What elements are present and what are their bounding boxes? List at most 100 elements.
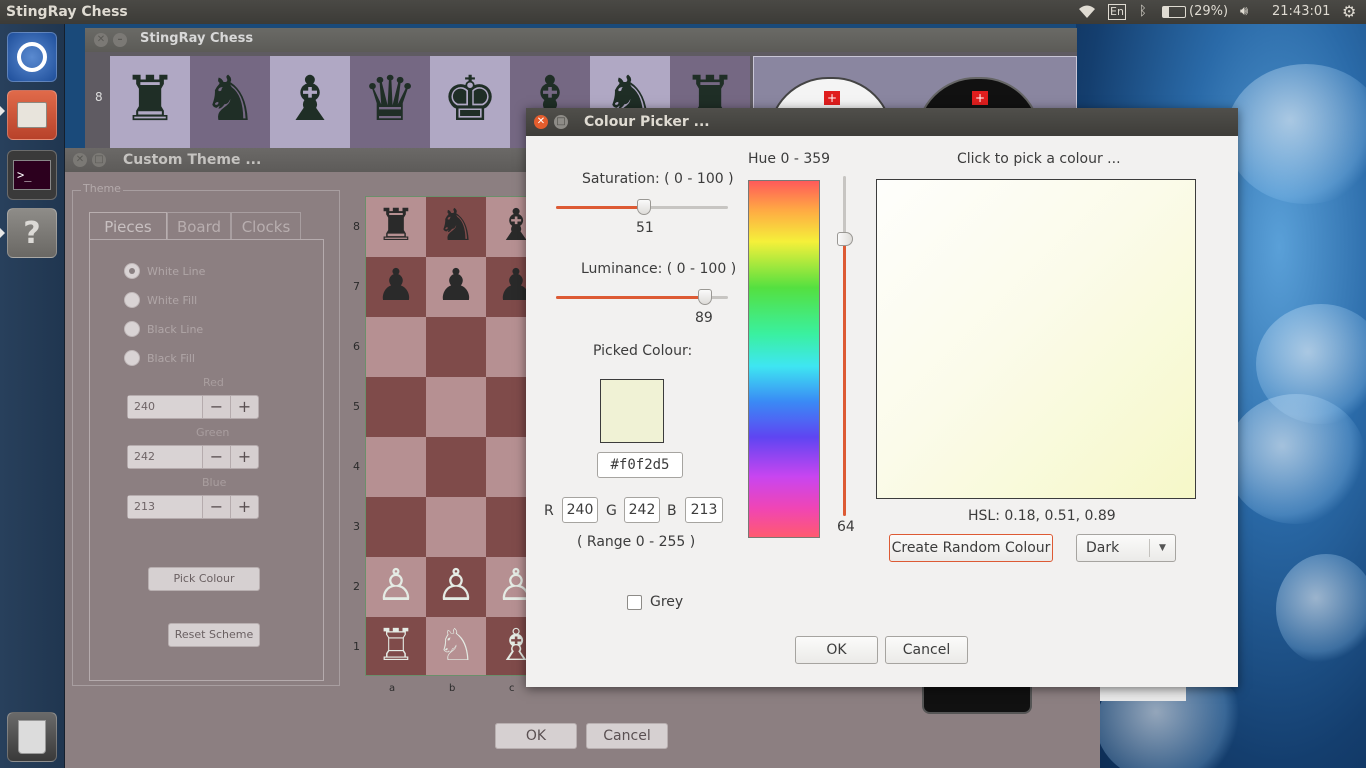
close-icon[interactable]: ✕ bbox=[73, 153, 87, 167]
board-square[interactable]: ♙ bbox=[486, 557, 529, 617]
tab-board[interactable]: Board bbox=[167, 212, 231, 240]
radio-black-line[interactable] bbox=[124, 321, 140, 337]
minus-icon[interactable]: − bbox=[202, 446, 230, 468]
luminance-slider-handle[interactable] bbox=[698, 289, 712, 305]
minimize-icon[interactable]: – bbox=[113, 33, 127, 47]
board-square[interactable] bbox=[426, 377, 486, 437]
theme-window-titlebar[interactable]: ✕ □ Custom Theme ... bbox=[65, 148, 530, 172]
board-square[interactable]: ♟ bbox=[486, 257, 529, 317]
colour-picker-titlebar[interactable]: ✕ □ Colour Picker ... bbox=[526, 108, 1238, 136]
click-to-pick-label: Click to pick a colour ... bbox=[957, 151, 1121, 167]
theme-cancel-button[interactable]: Cancel bbox=[586, 723, 668, 749]
board-square[interactable]: ♟ bbox=[366, 257, 426, 317]
volume-icon[interactable]: 🔊︎ bbox=[1240, 4, 1248, 19]
board-square[interactable] bbox=[486, 317, 529, 377]
plus-icon[interactable]: + bbox=[230, 496, 258, 518]
board-square[interactable] bbox=[366, 437, 426, 497]
theme-dropdown-value: Dark bbox=[1086, 540, 1120, 556]
b-input[interactable]: 213 bbox=[685, 497, 723, 523]
hex-input[interactable]: #f0f2d5 bbox=[597, 452, 683, 478]
board-square[interactable] bbox=[426, 317, 486, 377]
radio-white-line[interactable] bbox=[124, 263, 140, 279]
swiss-flag-icon: + bbox=[972, 91, 988, 105]
board-square[interactable]: ♝ bbox=[486, 197, 529, 257]
saturation-slider-handle[interactable] bbox=[637, 199, 651, 215]
close-icon[interactable]: ✕ bbox=[94, 33, 108, 47]
tab-clocks[interactable]: Clocks bbox=[231, 212, 301, 240]
picker-cancel-button[interactable]: Cancel bbox=[885, 636, 968, 664]
picker-ok-button[interactable]: OK bbox=[795, 636, 878, 664]
keyboard-layout-indicator[interactable]: En bbox=[1108, 4, 1126, 20]
wifi-icon[interactable] bbox=[1077, 4, 1097, 24]
board-square[interactable] bbox=[486, 437, 529, 497]
battery-icon[interactable] bbox=[1162, 6, 1186, 18]
main-window-titlebar[interactable]: ✕ – StingRay Chess bbox=[85, 28, 1077, 52]
saturation-slider-fill bbox=[556, 206, 644, 209]
board-square[interactable]: ♝ bbox=[270, 56, 350, 150]
hue-slider-handle[interactable] bbox=[837, 232, 853, 246]
red-spinner-value[interactable]: 240 bbox=[128, 396, 202, 418]
board-square[interactable]: ♘ bbox=[426, 617, 486, 675]
board-square[interactable]: ♞ bbox=[190, 56, 270, 150]
board-square[interactable]: ♞ bbox=[426, 197, 486, 257]
board-square[interactable]: ♗ bbox=[486, 617, 529, 675]
radio-black-fill[interactable] bbox=[124, 350, 140, 366]
battery-percent: (29%) bbox=[1189, 4, 1229, 19]
green-spinner-value[interactable]: 242 bbox=[128, 446, 202, 468]
board-square[interactable] bbox=[366, 377, 426, 437]
files-launcher-button[interactable] bbox=[7, 90, 57, 140]
help-launcher-button[interactable]: ? bbox=[7, 208, 57, 258]
tab-pieces[interactable]: Pieces bbox=[89, 212, 167, 240]
blue-spinner[interactable]: 213 − + bbox=[127, 495, 259, 519]
grey-checkbox[interactable] bbox=[627, 595, 642, 610]
r-input[interactable]: 240 bbox=[562, 497, 598, 523]
board-square[interactable]: ♜ bbox=[110, 56, 190, 150]
pick-colour-button[interactable]: Pick Colour bbox=[148, 567, 260, 591]
radio-white-fill[interactable] bbox=[124, 292, 140, 308]
board-square[interactable]: ♛ bbox=[350, 56, 430, 150]
board-square[interactable]: ♜ bbox=[366, 197, 426, 257]
maximize-icon[interactable]: □ bbox=[554, 115, 568, 129]
maximize-icon[interactable]: □ bbox=[92, 153, 106, 167]
gear-icon[interactable]: ⚙ bbox=[1342, 2, 1356, 21]
board-square[interactable] bbox=[366, 497, 426, 557]
red-spinner[interactable]: 240 − + bbox=[127, 395, 259, 419]
radio-white-line-label: White Line bbox=[147, 265, 206, 278]
bluetooth-icon[interactable]: ᛒ bbox=[1139, 4, 1147, 19]
file-label: c bbox=[509, 683, 515, 694]
board-square[interactable]: ♟ bbox=[426, 257, 486, 317]
dash-home-button[interactable] bbox=[7, 32, 57, 82]
hue-spectrum-bar[interactable] bbox=[748, 180, 820, 538]
theme-dropdown[interactable]: Dark ▼ bbox=[1076, 534, 1176, 562]
board-square[interactable] bbox=[486, 377, 529, 437]
board-square[interactable]: ♙ bbox=[426, 557, 486, 617]
create-random-colour-button[interactable]: Create Random Colour bbox=[889, 534, 1053, 562]
board-square[interactable] bbox=[426, 437, 486, 497]
colour-pick-area[interactable] bbox=[876, 179, 1196, 499]
board-square[interactable]: ♚ bbox=[430, 56, 510, 150]
board-square[interactable] bbox=[366, 317, 426, 377]
trash-launcher-button[interactable] bbox=[7, 712, 57, 762]
chevron-down-icon: ▼ bbox=[1149, 539, 1175, 557]
luminance-label: Luminance: ( 0 - 100 ) bbox=[581, 261, 737, 277]
grey-label: Grey bbox=[650, 594, 684, 610]
board-square[interactable] bbox=[486, 497, 529, 557]
file-cabinet-icon bbox=[17, 102, 47, 128]
plus-icon[interactable]: + bbox=[230, 446, 258, 468]
reset-scheme-button[interactable]: Reset Scheme bbox=[168, 623, 260, 647]
plus-icon[interactable]: + bbox=[230, 396, 258, 418]
rank-label: 8 bbox=[353, 220, 360, 233]
theme-ok-button-visible[interactable]: OK bbox=[495, 723, 577, 749]
board-square[interactable] bbox=[426, 497, 486, 557]
board-square[interactable]: ♙ bbox=[366, 557, 426, 617]
green-spinner[interactable]: 242 − + bbox=[127, 445, 259, 469]
minus-icon[interactable]: − bbox=[202, 396, 230, 418]
blue-spinner-value[interactable]: 213 bbox=[128, 496, 202, 518]
g-input[interactable]: 242 bbox=[624, 497, 660, 523]
minus-icon[interactable]: − bbox=[202, 496, 230, 518]
close-icon[interactable]: ✕ bbox=[534, 115, 548, 129]
terminal-launcher-button[interactable]: >_ bbox=[7, 150, 57, 200]
clock[interactable]: 21:43:01 bbox=[1272, 4, 1330, 19]
board-square[interactable]: ♖ bbox=[366, 617, 426, 675]
hue-value: 64 bbox=[837, 519, 855, 535]
